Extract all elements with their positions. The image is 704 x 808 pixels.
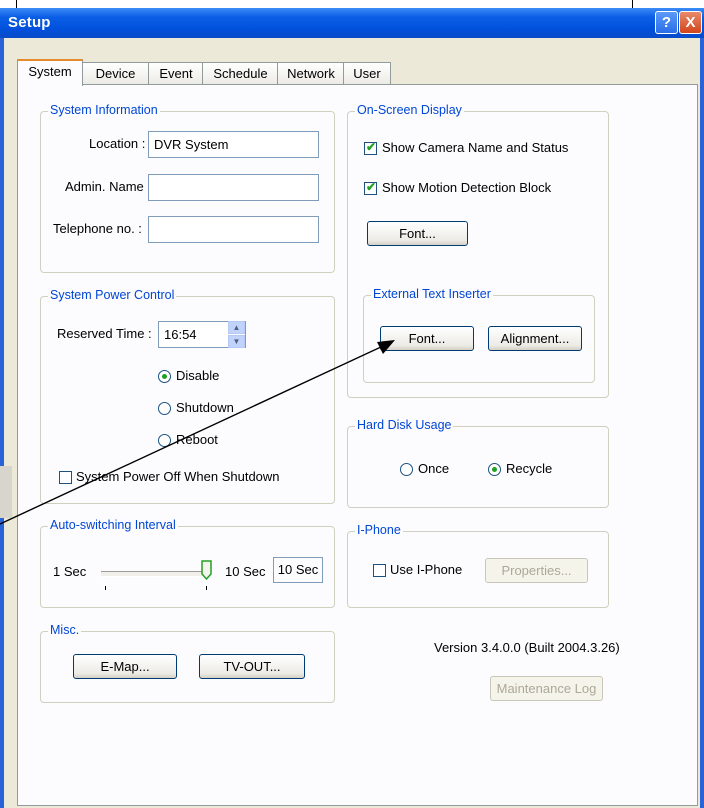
use-iphone-checkbox[interactable] [373,564,386,577]
power-off-checkbox[interactable] [59,471,72,484]
recycle-label: Recycle [506,461,553,476]
reboot-label: Reboot [176,432,218,447]
telephone-label: Telephone no. : [53,221,142,236]
background-window-fragment [0,466,12,518]
tab-schedule[interactable]: Schedule [202,62,279,84]
slider-tick [206,586,207,590]
group-legend: On-Screen Display [355,103,464,117]
radio-disable[interactable] [158,370,171,383]
radio-reboot[interactable] [158,434,171,447]
tab-device[interactable]: Device [81,62,150,84]
maintenance-log-button[interactable]: Maintenance Log [490,676,603,701]
group-legend: System Power Control [48,288,177,302]
show-camera-label: Show Camera Name and Status [382,140,569,155]
window-frame-right [700,38,704,808]
spin-up-icon[interactable]: ▲ [228,321,245,334]
group-legend: External Text Inserter [371,287,493,301]
group-legend: Hard Disk Usage [355,418,454,432]
show-motion-label: Show Motion Detection Block [382,180,552,195]
background-strip [0,0,704,8]
hard-disk-usage-group: Hard Disk Usage Once Recycle [347,418,609,508]
window-frame-left [0,38,4,808]
emap-button[interactable]: E-Map... [73,654,177,679]
group-legend: I-Phone [355,523,403,537]
min-interval-label: 1 Sec [53,564,87,579]
tvout-button[interactable]: TV-OUT... [199,654,305,679]
group-legend: Misc. [48,623,82,637]
power-off-label: System Power Off When Shutdown [76,469,280,484]
alignment-button[interactable]: Alignment... [488,326,582,351]
radio-recycle[interactable] [488,463,501,476]
misc-group: Misc. E-Map... TV-OUT... [40,623,335,703]
system-information-group: System Information Location : DVR System… [40,103,335,273]
properties-button[interactable]: Properties... [485,558,588,583]
group-legend: System Information [48,103,160,117]
location-label: Location : [89,136,146,151]
admin-name-input[interactable] [148,174,319,201]
telephone-input[interactable] [148,216,319,243]
spin-down-icon[interactable]: ▼ [228,335,245,348]
location-input[interactable]: DVR System [148,131,319,158]
show-motion-checkbox[interactable]: ✔ [364,180,377,195]
tab-network[interactable]: Network [277,62,345,84]
slider-tick [105,586,106,590]
reserved-time-label: Reserved Time : [57,326,152,341]
radio-shutdown[interactable] [158,402,171,415]
osd-font-button[interactable]: Font... [367,221,468,246]
checkmark-icon: ✔ [366,140,377,154]
admin-name-label: Admin. Name : [65,179,151,194]
tab-system[interactable]: System [17,59,83,86]
radio-once[interactable] [400,463,413,476]
checkmark-icon: ✔ [366,180,377,194]
interval-slider-track[interactable] [101,571,207,577]
disable-label: Disable [176,368,220,383]
group-legend: Auto-switching Interval [48,518,178,532]
on-screen-display-group: On-Screen Display ✔ Show Camera Name and… [347,103,609,398]
time-spinner[interactable]: ▲ ▼ [228,321,245,348]
help-button[interactable]: ? [655,11,678,34]
max-interval-label: 10 Sec [225,564,266,579]
external-text-inserter-group: External Text Inserter Font... Alignment… [363,287,595,383]
once-label: Once [418,461,450,476]
auto-switching-interval-group: Auto-switching Interval 1 Sec 10 Sec 10 … [40,518,335,608]
i-phone-group: I-Phone Use I-Phone Properties... [347,523,609,608]
shutdown-label: Shutdown [176,400,234,415]
interval-value: 10 Sec [273,557,323,583]
version-text: Version 3.4.0.0 (Built 2004.3.26) [434,640,620,655]
title-bar: Setup ? X [0,8,704,38]
close-button[interactable]: X [679,11,702,34]
system-power-control-group: System Power Control Reserved Time : 16:… [40,288,335,504]
tab-user[interactable]: User [343,62,391,84]
window-title: Setup [8,14,51,31]
show-camera-checkbox[interactable]: ✔ [364,140,377,155]
ext-font-button[interactable]: Font... [380,326,474,351]
slider-thumb[interactable] [201,560,212,581]
use-iphone-label: Use I-Phone [390,562,463,577]
tab-event[interactable]: Event [148,62,204,84]
